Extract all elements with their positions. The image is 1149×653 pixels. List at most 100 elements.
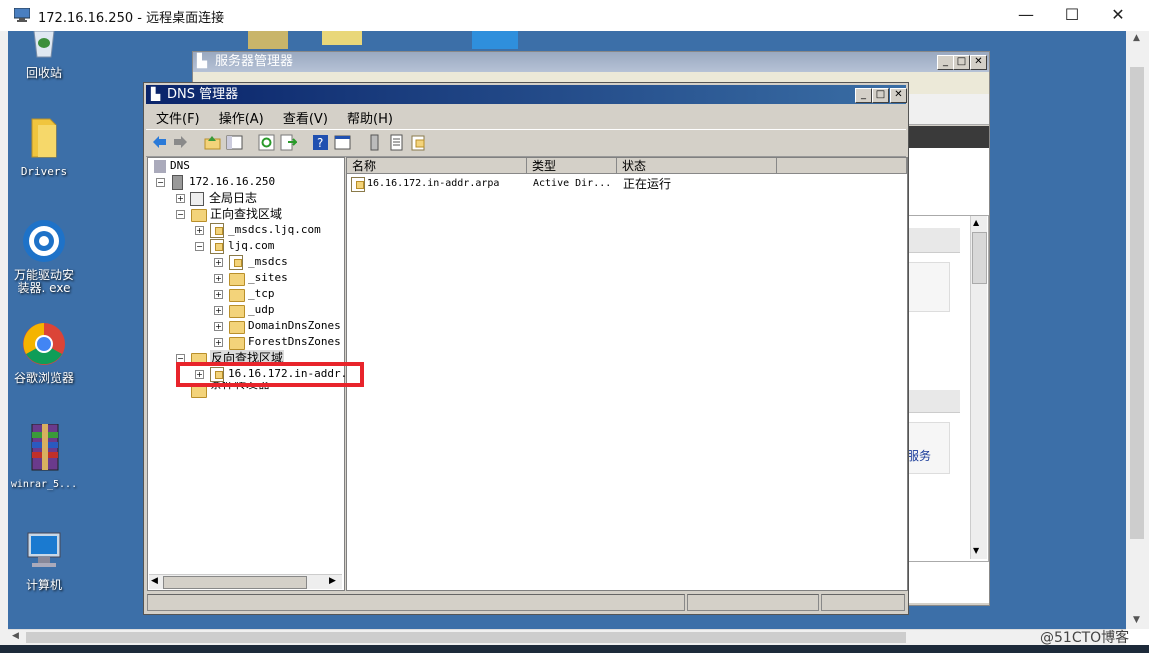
scroll-down-icon[interactable]: ▼ xyxy=(973,546,979,555)
scroll-left-icon[interactable]: ◀ xyxy=(151,576,158,586)
chrome-icon xyxy=(23,323,65,365)
desktop-icon-drivers[interactable]: Drivers xyxy=(8,115,82,178)
rdp-vertical-scrollbar[interactable]: ▲ ▼ xyxy=(1126,31,1149,629)
desktop-icon-label: 万能驱动安装器. exe xyxy=(13,268,74,295)
tree-node-child[interactable]: _msdcs xyxy=(248,254,288,270)
row-type: Active Dir... xyxy=(533,178,612,189)
tree-node-server[interactable]: 172.16.16.250 xyxy=(172,174,275,190)
scroll-up-icon[interactable]: ▲ xyxy=(1133,33,1140,43)
tree-node-child[interactable]: _udp xyxy=(248,302,275,318)
svg-text:?: ? xyxy=(317,136,323,150)
expand-icon[interactable]: + xyxy=(176,194,185,203)
sm-maximize-button[interactable]: □ xyxy=(953,55,970,70)
properties-icon[interactable] xyxy=(334,134,351,151)
back-arrow-icon[interactable] xyxy=(151,134,168,151)
menu-file[interactable]: 文件(F) xyxy=(156,112,200,127)
column-header-status[interactable]: 状态 xyxy=(617,158,777,174)
computer-icon xyxy=(27,532,61,567)
close-button[interactable]: ✕ xyxy=(1095,0,1141,31)
menu-action[interactable]: 操作(A) xyxy=(219,112,264,127)
server-manager-titlebar: ▙ 服务器管理器 _ □ ✕ xyxy=(193,52,989,72)
column-header-name[interactable]: 名称 xyxy=(347,158,527,174)
up-folder-icon[interactable] xyxy=(204,134,221,151)
dns-maximize-button[interactable]: □ xyxy=(872,88,889,103)
folder-icon xyxy=(229,273,245,286)
refresh-icon[interactable] xyxy=(258,134,275,151)
zone-icon xyxy=(229,255,243,270)
desktop-icon-chrome[interactable]: 谷歌浏览器 xyxy=(8,322,82,385)
collapse-icon[interactable]: − xyxy=(176,210,185,219)
maximize-button[interactable]: ☐ xyxy=(1049,0,1095,31)
menu-help[interactable]: 帮助(H) xyxy=(347,112,393,127)
tree-node-msdcs-zone[interactable]: _msdcs.ljq.com xyxy=(228,222,321,238)
highlight-box xyxy=(176,362,364,387)
partial-desktop-icon xyxy=(472,31,518,49)
expand-icon[interactable]: + xyxy=(214,258,223,267)
scroll-thumb[interactable] xyxy=(1130,67,1144,539)
expand-icon[interactable]: + xyxy=(214,322,223,331)
dns-list-pane[interactable]: 名称 类型 状态 16.16.172.in-addr.arpa Active D… xyxy=(346,157,908,591)
sm-section-box: 服务 xyxy=(906,422,950,474)
forward-arrow-icon[interactable] xyxy=(172,134,189,151)
desktop-icon-computer[interactable]: 计算机 xyxy=(8,529,82,592)
scroll-thumb[interactable] xyxy=(972,232,987,284)
sm-inner-panel: 服务 ▲ ▼ xyxy=(905,215,989,562)
column-header-type[interactable]: 类型 xyxy=(527,158,617,174)
expand-icon[interactable]: + xyxy=(214,274,223,283)
desktop-icon-label: 谷歌浏览器 xyxy=(13,371,74,385)
desktop-icon-recycle-bin[interactable]: 回收站 xyxy=(8,31,82,80)
dns-statusbar xyxy=(147,594,905,611)
tree-node-dns-root[interactable]: DNS xyxy=(154,158,190,174)
desktop-icon-label: 计算机 xyxy=(25,578,62,592)
sm-section-header xyxy=(906,228,960,253)
sm-minimize-button[interactable]: _ xyxy=(937,55,954,70)
tree-node-ljq-com[interactable]: ljq.com xyxy=(228,238,274,254)
tree-node-global-logs[interactable]: 全局日志 xyxy=(190,190,257,206)
tree-node-child[interactable]: _tcp xyxy=(248,286,275,302)
collapse-icon[interactable]: − xyxy=(195,242,204,251)
scroll-right-icon[interactable]: ▶ xyxy=(329,576,336,586)
tree-node-forward-zones[interactable]: 正向查找区域 xyxy=(210,206,282,222)
scroll-left-icon[interactable]: ◀ xyxy=(12,631,19,641)
scroll-thumb[interactable] xyxy=(163,576,307,589)
dns-manager-window[interactable]: ▙ DNS 管理器 _ □ ✕ 文件(F) 操作(A) 查看(V) 帮助(H) … xyxy=(143,82,909,615)
scroll-down-icon[interactable]: ▼ xyxy=(1133,615,1140,625)
sm-vertical-scrollbar[interactable]: ▲ ▼ xyxy=(970,216,987,559)
expand-icon[interactable]: + xyxy=(214,338,223,347)
expand-icon[interactable]: + xyxy=(195,226,204,235)
zone-icon xyxy=(210,223,224,238)
scroll-up-icon[interactable]: ▲ xyxy=(973,218,979,227)
desktop-icon-winrar[interactable]: winrar_5... xyxy=(8,423,82,491)
tree-horizontal-scrollbar[interactable]: ◀ ▶ xyxy=(149,574,342,589)
desktop-icon-label: winrar_5... xyxy=(10,479,78,490)
tree-node-child[interactable]: ForestDnsZones xyxy=(248,334,341,350)
sm-link-text[interactable]: 服务 xyxy=(907,447,931,464)
dns-close-button[interactable]: ✕ xyxy=(890,88,907,103)
zone-icon xyxy=(351,177,365,192)
column-header-empty[interactable] xyxy=(777,158,907,174)
rdp-horizontal-scrollbar[interactable]: ◀ xyxy=(8,629,1126,646)
help-icon[interactable]: ? xyxy=(312,134,329,151)
dns-minimize-button[interactable]: _ xyxy=(855,88,872,103)
scroll-thumb[interactable] xyxy=(26,632,906,643)
expand-icon[interactable]: + xyxy=(214,306,223,315)
folder-icon xyxy=(229,321,245,334)
show-tree-icon[interactable] xyxy=(226,134,243,151)
export-list-icon[interactable] xyxy=(280,134,297,151)
minimize-button[interactable]: — xyxy=(1003,0,1049,31)
list-icon[interactable] xyxy=(388,134,405,151)
dns-toolbar: ? xyxy=(146,129,906,157)
sm-close-button[interactable]: ✕ xyxy=(970,55,987,70)
folder-icon xyxy=(229,289,245,302)
server-icon[interactable] xyxy=(366,134,383,151)
tree-node-child[interactable]: _sites xyxy=(248,270,288,286)
expand-icon[interactable]: + xyxy=(214,290,223,299)
tree-node-child[interactable]: DomainDnsZones xyxy=(248,318,341,334)
desktop-icon-driver-installer[interactable]: 万能驱动安装器. exe xyxy=(8,219,82,295)
collapse-icon[interactable]: − xyxy=(156,178,165,187)
zone-icon[interactable] xyxy=(410,134,427,151)
row-name[interactable]: 16.16.172.in-addr.arpa xyxy=(367,177,499,191)
folder-icon xyxy=(31,118,57,158)
menu-view[interactable]: 查看(V) xyxy=(283,112,328,127)
sm-header-band xyxy=(905,126,989,148)
